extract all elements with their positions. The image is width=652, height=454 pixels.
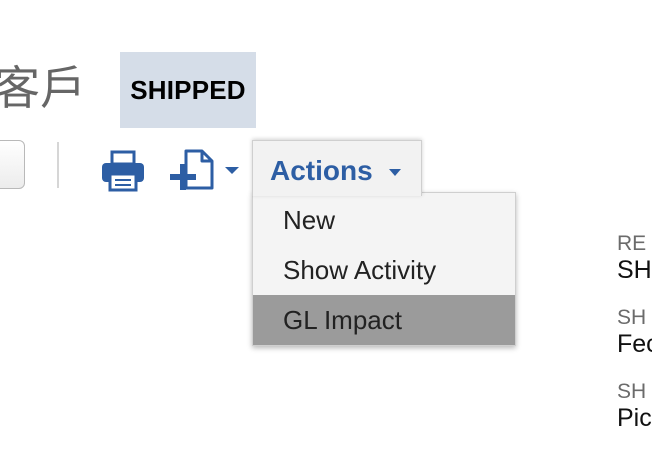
toolbar-divider xyxy=(57,142,59,188)
toolbar-button[interactable] xyxy=(0,140,25,189)
field-label: SH xyxy=(617,306,647,329)
export-document-icon xyxy=(170,149,214,190)
print-icon xyxy=(102,150,144,192)
status-badge: SHIPPED xyxy=(120,52,256,128)
field-group: SH Fec xyxy=(617,306,652,358)
field-value: Fec xyxy=(617,330,652,358)
menu-item-new[interactable]: New xyxy=(253,195,515,245)
field-label: RE xyxy=(617,232,647,255)
field-label: SH xyxy=(617,380,647,403)
field-value: Pic xyxy=(617,404,652,432)
actions-menu-button[interactable]: Actions xyxy=(252,140,422,196)
actions-dropdown-menu: New Show Activity GL Impact xyxy=(252,192,516,346)
menu-item-gl-impact[interactable]: GL Impact xyxy=(253,295,515,345)
chevron-down-icon xyxy=(389,169,401,176)
field-group: SH Pic xyxy=(617,380,652,432)
field-group: RE SH xyxy=(617,232,652,284)
menu-item-show-activity[interactable]: Show Activity xyxy=(253,245,515,295)
actions-label: Actions xyxy=(270,155,373,186)
export-button[interactable] xyxy=(170,148,244,192)
page-title: 客戶 xyxy=(0,61,86,115)
print-button[interactable] xyxy=(100,150,146,192)
chevron-down-icon xyxy=(225,167,239,174)
field-value: SH xyxy=(617,256,652,284)
